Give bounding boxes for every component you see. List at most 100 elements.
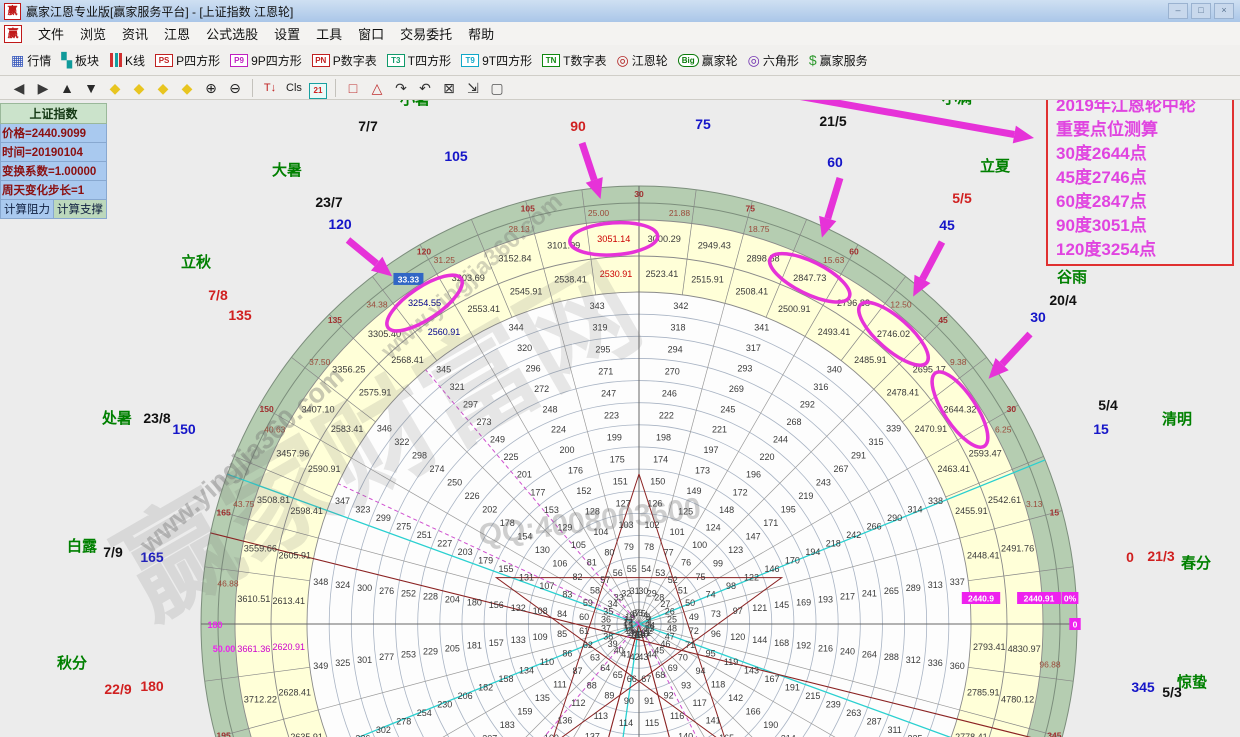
svg-text:66: 66 xyxy=(627,674,637,684)
info-panel: 上证指数 价格=2440.9099时间=20190104变换系数=1.00000… xyxy=(0,103,107,219)
menu-item-资讯[interactable]: 资讯 xyxy=(114,22,156,45)
svg-text:315: 315 xyxy=(869,437,884,447)
minimize-button[interactable]: – xyxy=(1168,3,1188,19)
svg-text:276: 276 xyxy=(379,586,394,596)
rotate-ccw-icon[interactable]: ↶ xyxy=(414,78,436,98)
app-logo-icon: 赢 xyxy=(4,3,21,20)
menu-item-江恩[interactable]: 江恩 xyxy=(156,22,198,45)
svg-text:85: 85 xyxy=(557,629,567,639)
dollar-icon: $ xyxy=(809,53,817,67)
menu-item-工具[interactable]: 工具 xyxy=(308,22,350,45)
svg-text:158: 158 xyxy=(499,674,514,684)
menu-item-设置[interactable]: 设置 xyxy=(266,22,308,45)
menu-item-帮助[interactable]: 帮助 xyxy=(460,22,502,45)
svg-text:251: 251 xyxy=(417,530,432,540)
svg-text:199: 199 xyxy=(607,432,622,442)
annotation-line: 45度2746点 xyxy=(1056,166,1232,190)
svg-text:88: 88 xyxy=(587,681,597,691)
down-icon[interactable]: ▼ xyxy=(80,78,102,98)
close-button[interactable]: × xyxy=(1214,3,1234,19)
toolbar-button-winner-wheel[interactable]: Big赢家轮 xyxy=(673,48,743,72)
toolbar-button-gann-wheel[interactable]: ◎江恩轮 xyxy=(611,48,672,72)
cls-button[interactable]: Cls xyxy=(283,78,305,98)
svg-text:313: 313 xyxy=(928,580,943,590)
toolbar-button-9t-square[interactable]: T99T四方形 xyxy=(456,48,537,72)
svg-text:223: 223 xyxy=(604,410,619,420)
svg-text:246: 246 xyxy=(662,389,677,399)
svg-text:2785.91: 2785.91 xyxy=(967,687,1000,697)
wheel-outer-label: 15 xyxy=(1093,421,1109,437)
svg-text:53: 53 xyxy=(655,568,665,578)
toolbar-button-sectors[interactable]: ▚板块 xyxy=(56,48,104,72)
forward-icon[interactable]: ▶ xyxy=(32,78,54,98)
menu-item-浏览[interactable]: 浏览 xyxy=(72,22,114,45)
maximize-button[interactable]: □ xyxy=(1191,3,1211,19)
svg-text:77: 77 xyxy=(664,547,674,557)
fit-icon[interactable]: ⊠ xyxy=(438,78,460,98)
svg-text:181: 181 xyxy=(467,641,482,651)
svg-text:87: 87 xyxy=(572,666,582,676)
svg-text:340: 340 xyxy=(827,364,842,374)
toolbar-label: P四方形 xyxy=(176,52,220,69)
rect-tool-icon[interactable]: □ xyxy=(342,78,364,98)
wheel-outer-label: 春分 xyxy=(1181,554,1211,572)
toolbar-button-kline[interactable]: K线 xyxy=(104,48,150,72)
menu-item-文件[interactable]: 文件 xyxy=(30,22,72,45)
svg-text:151: 151 xyxy=(613,476,628,486)
zoom-in-icon[interactable]: ⊕ xyxy=(200,78,222,98)
toolbar-button-winner-service[interactable]: $赢家服务 xyxy=(804,48,873,72)
wheel-outer-label: 60 xyxy=(827,154,843,170)
svg-text:78: 78 xyxy=(644,542,654,552)
svg-text:147: 147 xyxy=(746,531,761,541)
svg-text:69: 69 xyxy=(668,663,678,673)
pan-down-icon[interactable]: ◆ xyxy=(176,78,198,98)
toolbar-button-9p-square[interactable]: P99P四方形 xyxy=(225,48,307,72)
triangle-tool-icon[interactable]: △ xyxy=(366,78,388,98)
calendar-icon[interactable]: 21 xyxy=(307,78,329,98)
rotate-cw-icon[interactable]: ↷ xyxy=(390,78,412,98)
svg-text:167: 167 xyxy=(764,674,779,684)
toolbar-button-p-table[interactable]: PNP数字表 xyxy=(307,48,382,72)
svg-text:61: 61 xyxy=(579,626,589,636)
svg-text:269: 269 xyxy=(729,384,744,394)
pan-up-icon[interactable]: ◆ xyxy=(152,78,174,98)
menu-items: 文件浏览资讯江恩公式选股设置工具窗口交易委托帮助 xyxy=(30,22,502,45)
svg-text:157: 157 xyxy=(489,638,504,648)
menu-item-公式选股[interactable]: 公式选股 xyxy=(198,22,266,45)
svg-text:135: 135 xyxy=(328,315,342,325)
menu-item-窗口[interactable]: 窗口 xyxy=(350,22,392,45)
back-icon[interactable]: ◀ xyxy=(8,78,30,98)
svg-text:221: 221 xyxy=(712,425,727,435)
svg-text:222: 222 xyxy=(659,410,674,420)
calc-resistance-button[interactable]: 计算阻力 xyxy=(0,200,54,219)
annotation-line: 30度2644点 xyxy=(1056,142,1232,166)
toolbar-button-t-square[interactable]: T3T四方形 xyxy=(382,48,456,72)
svg-text:2793.41: 2793.41 xyxy=(973,642,1006,652)
pan-right-icon[interactable]: ◆ xyxy=(128,78,150,98)
calc-support-button[interactable]: 计算支撑 xyxy=(54,200,107,219)
resize-icon[interactable]: ⇲ xyxy=(462,78,484,98)
toolbar-button-p-square[interactable]: PSP四方形 xyxy=(150,48,225,72)
zoom-out-icon[interactable]: ⊖ xyxy=(224,78,246,98)
svg-text:324: 324 xyxy=(335,580,350,590)
menu-item-交易委托[interactable]: 交易委托 xyxy=(392,22,460,45)
toolbar-button-t-table[interactable]: TNT数字表 xyxy=(537,48,611,72)
toolbar-button-quotes[interactable]: ▦行情 xyxy=(6,48,56,72)
svg-text:31.25: 31.25 xyxy=(434,255,456,265)
toolbar-button-hexagon[interactable]: ◎六角形 xyxy=(743,48,804,72)
svg-text:118: 118 xyxy=(711,680,725,690)
hexagon-target-icon: ◎ xyxy=(748,53,760,67)
svg-text:137: 137 xyxy=(585,732,600,737)
svg-text:146: 146 xyxy=(764,564,779,574)
t-down-icon[interactable]: T↓ xyxy=(259,78,281,98)
up-icon[interactable]: ▲ xyxy=(56,78,78,98)
svg-text:177: 177 xyxy=(530,487,545,497)
select-box-icon[interactable]: ▢ xyxy=(486,78,508,98)
svg-text:289: 289 xyxy=(906,583,921,593)
svg-text:2628.41: 2628.41 xyxy=(278,687,311,697)
svg-text:106: 106 xyxy=(552,558,567,568)
pan-left-icon[interactable]: ◆ xyxy=(104,78,126,98)
svg-text:243: 243 xyxy=(816,478,831,488)
wheel-outer-label: 30 xyxy=(1030,309,1046,325)
svg-text:60: 60 xyxy=(579,612,589,622)
